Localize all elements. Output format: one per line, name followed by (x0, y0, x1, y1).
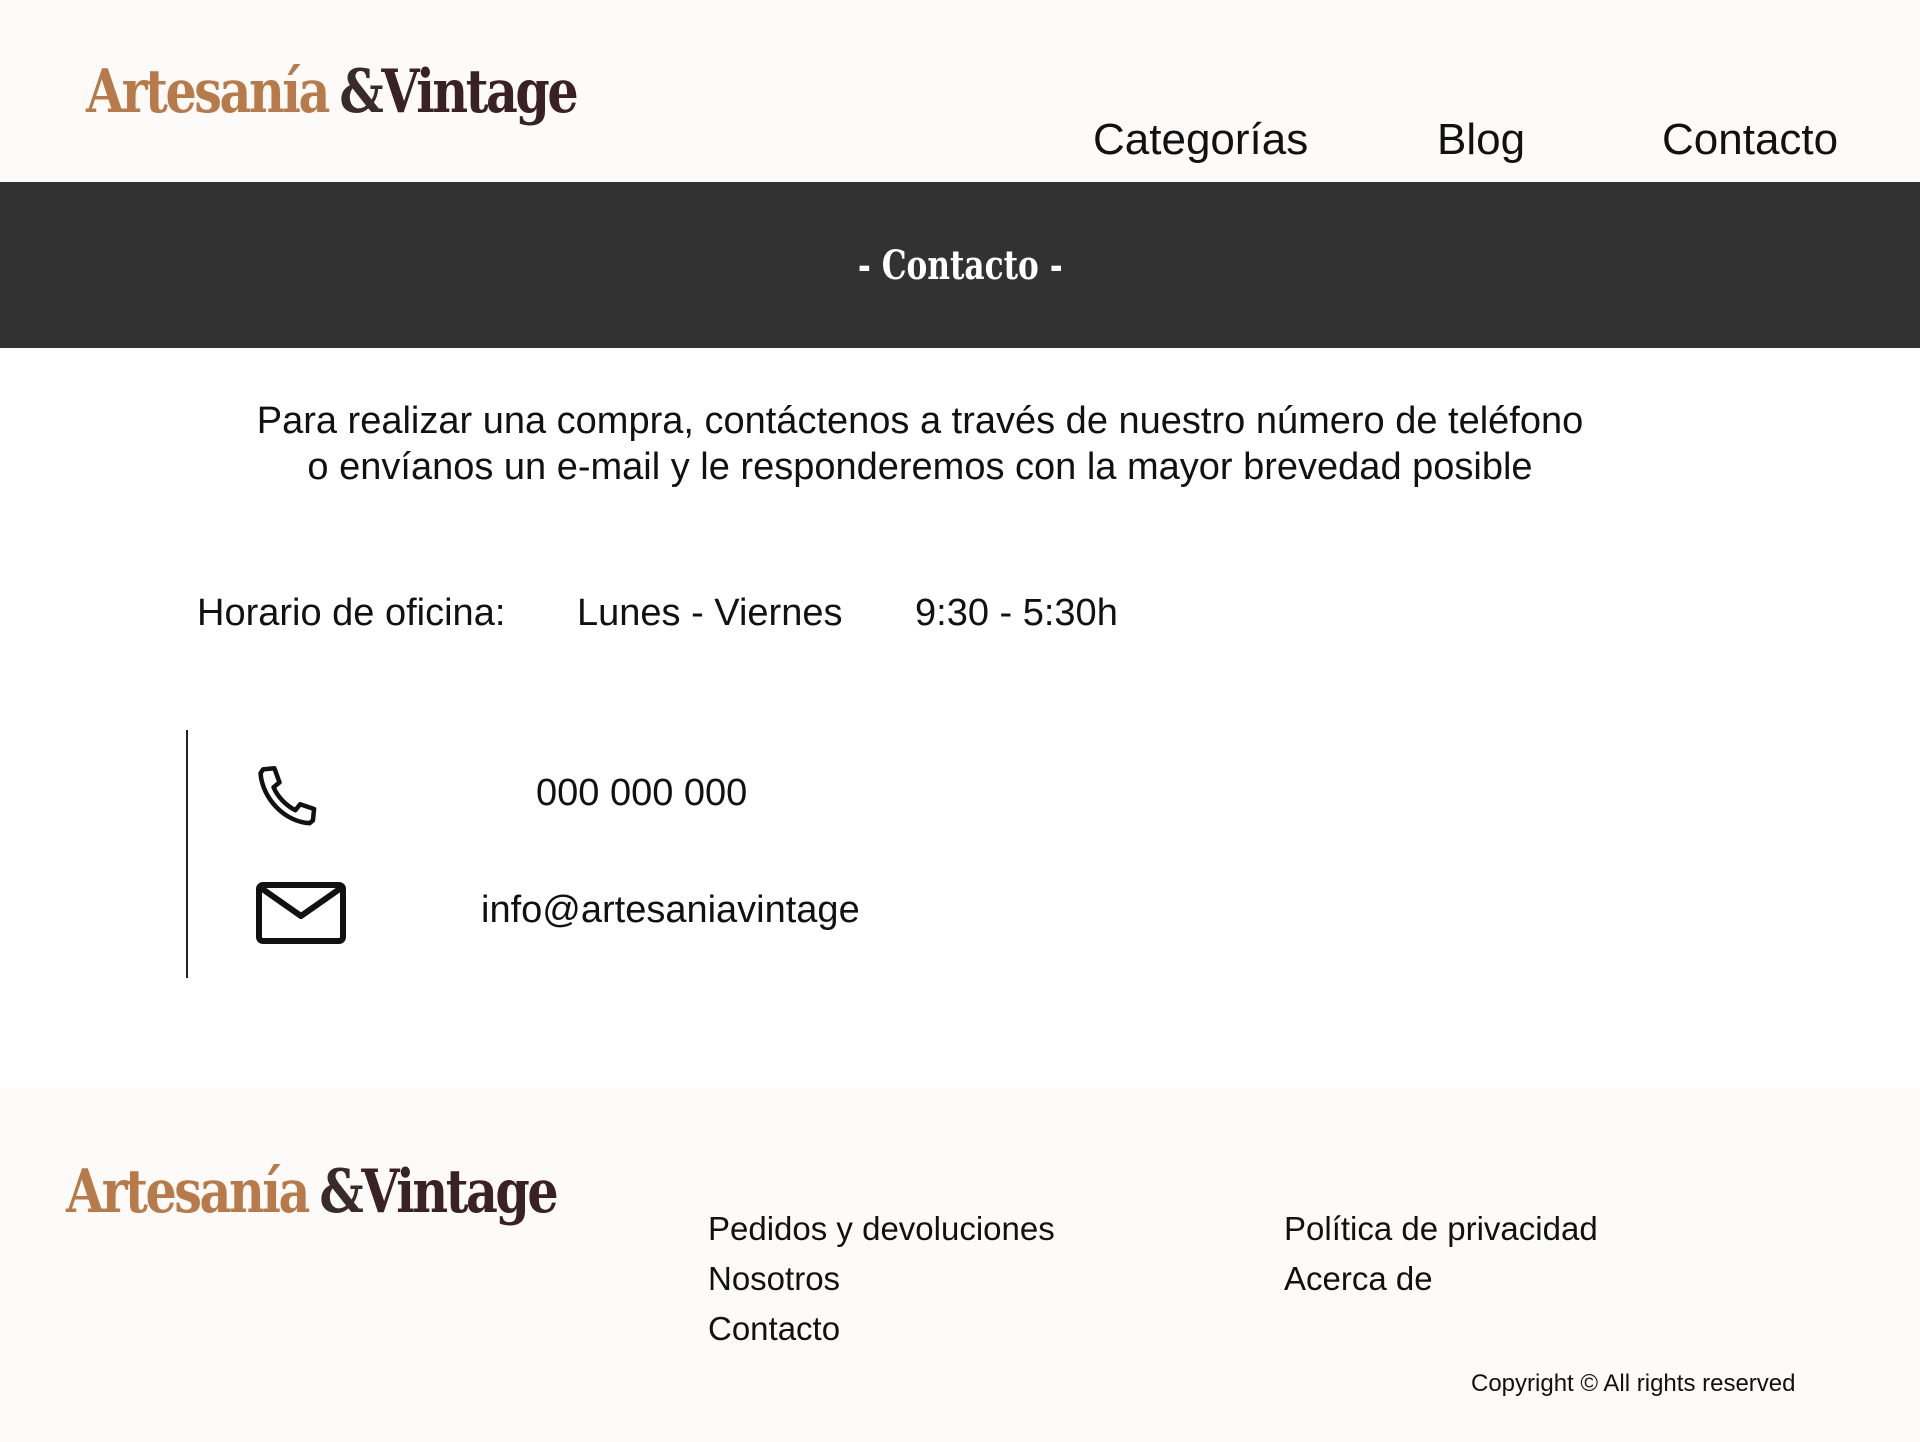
footer-logo[interactable]: Artesanía &Vintage (66, 1162, 559, 1222)
logo-ampersand: & (339, 57, 383, 127)
mail-icon (256, 882, 346, 944)
footer-link-privacidad[interactable]: Política de privacidad (1284, 1212, 1598, 1245)
intro-text: Para realizar una compra, contáctenos a … (0, 398, 1840, 490)
nav-categorias[interactable]: Categorías (1093, 118, 1308, 162)
page: Artesanía &Vintage Categorías Blog Contac… (0, 0, 1920, 1442)
nav-contacto[interactable]: Contacto (1662, 118, 1838, 162)
page-title: - Contacto - (0, 246, 1920, 286)
phone-icon (258, 765, 317, 826)
intro-line-2: o envíanos un e-mail y le responderemos … (307, 446, 1533, 488)
footer-logo-word-vintage: Vintage (361, 1157, 558, 1227)
copyright-text: Copyright © All rights reserved (1471, 1370, 1796, 1397)
phone-number[interactable]: 000 000 000 (536, 774, 747, 812)
footer-link-nosotros[interactable]: Nosotros (708, 1262, 840, 1295)
contact-divider (186, 730, 188, 978)
office-hours-time: 9:30 - 5:30h (915, 592, 1118, 634)
footer-link-acerca[interactable]: Acerca de (1284, 1262, 1433, 1295)
footer-logo-ampersand: & (319, 1157, 363, 1227)
logo-word-vintage: Vintage (381, 57, 578, 127)
office-hours-days: Lunes - Viernes (577, 592, 843, 634)
intro-line-1: Para realizar una compra, contáctenos a … (256, 400, 1584, 442)
header-logo[interactable]: Artesanía &Vintage (86, 62, 579, 122)
email-address[interactable]: info@artesaniavintage (481, 891, 860, 929)
footer-link-contacto[interactable]: Contacto (708, 1312, 840, 1345)
footer-logo-word-artesania: Artesanía (66, 1157, 310, 1227)
footer-link-pedidos[interactable]: Pedidos y devoluciones (708, 1212, 1055, 1245)
page-title-text: - Contacto - (857, 242, 1063, 289)
logo-word-artesania: Artesanía (86, 57, 330, 127)
office-hours-label: Horario de oficina: (197, 592, 506, 634)
nav-blog[interactable]: Blog (1437, 118, 1525, 162)
